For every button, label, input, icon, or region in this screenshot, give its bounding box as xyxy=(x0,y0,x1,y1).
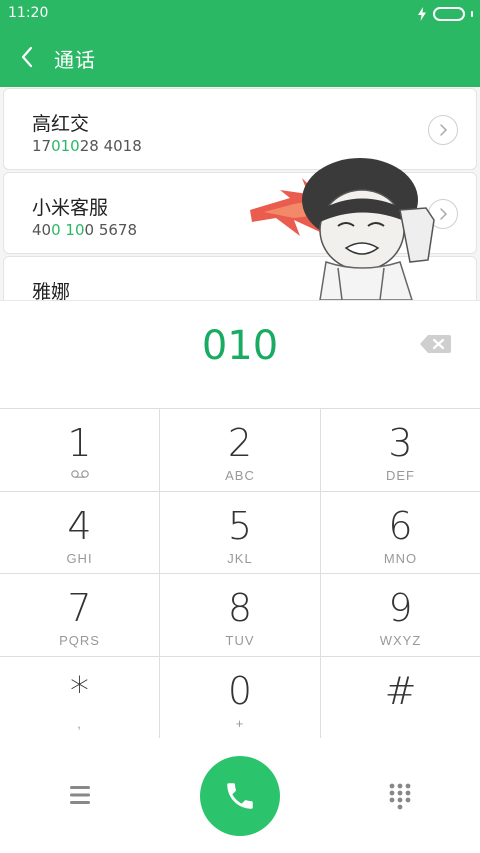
status-time: 11:20 xyxy=(8,5,49,21)
key-6[interactable]: 6 MNO xyxy=(321,492,480,574)
dial-input-area: 010 xyxy=(0,300,480,408)
key-1[interactable]: 1 xyxy=(0,409,160,492)
dialer-bottom-bar xyxy=(0,738,480,853)
page-title: 通话 xyxy=(54,48,96,72)
sticker-image xyxy=(250,150,460,300)
key-hash[interactable]: # xyxy=(321,657,480,739)
status-bar: 11:20 xyxy=(0,0,480,28)
key-7[interactable]: 7 PQRS xyxy=(0,574,160,657)
dial-keypad: 1 2 ABC 3 DEF 4 GHI 5 JKL 6 MNO 7 PQRS 8… xyxy=(0,408,480,739)
dialpad-icon[interactable] xyxy=(388,782,412,810)
phone-icon xyxy=(227,783,253,809)
key-2[interactable]: 2 ABC xyxy=(160,409,321,492)
key-9[interactable]: 9 WXYZ xyxy=(321,574,480,657)
charging-icon xyxy=(418,7,426,21)
dialed-number[interactable]: 010 xyxy=(0,323,480,369)
menu-icon[interactable] xyxy=(64,782,96,808)
contact-suggestions: 高红交 1701028 4018 小米客服 400 100 5678 雅娜 xyxy=(0,87,480,300)
contact-number: 1701028 4018 xyxy=(32,137,142,155)
call-button[interactable] xyxy=(200,756,280,836)
backspace-icon[interactable] xyxy=(418,332,452,356)
key-4[interactable]: 4 GHI xyxy=(0,492,160,574)
key-3[interactable]: 3 DEF xyxy=(321,409,480,492)
key-0[interactable]: 0 + xyxy=(160,657,321,739)
status-icons xyxy=(417,5,473,23)
contact-detail-button[interactable] xyxy=(428,115,458,145)
contact-name: 小米客服 xyxy=(32,197,109,219)
key-8[interactable]: 8 TUV xyxy=(160,574,321,657)
chevron-right-icon xyxy=(440,124,448,136)
key-5[interactable]: 5 JKL xyxy=(160,492,321,574)
back-button[interactable] xyxy=(10,40,44,74)
back-arrow-icon xyxy=(21,46,33,68)
contact-name: 雅娜 xyxy=(32,281,71,300)
contact-name: 高红交 xyxy=(32,113,90,135)
contact-number: 400 100 5678 xyxy=(32,221,138,239)
battery-nub xyxy=(471,11,473,17)
title-bar: 通话 xyxy=(0,28,480,87)
key-star[interactable]: * , xyxy=(0,657,160,739)
battery-icon xyxy=(433,7,465,21)
voicemail-icon xyxy=(70,470,89,478)
